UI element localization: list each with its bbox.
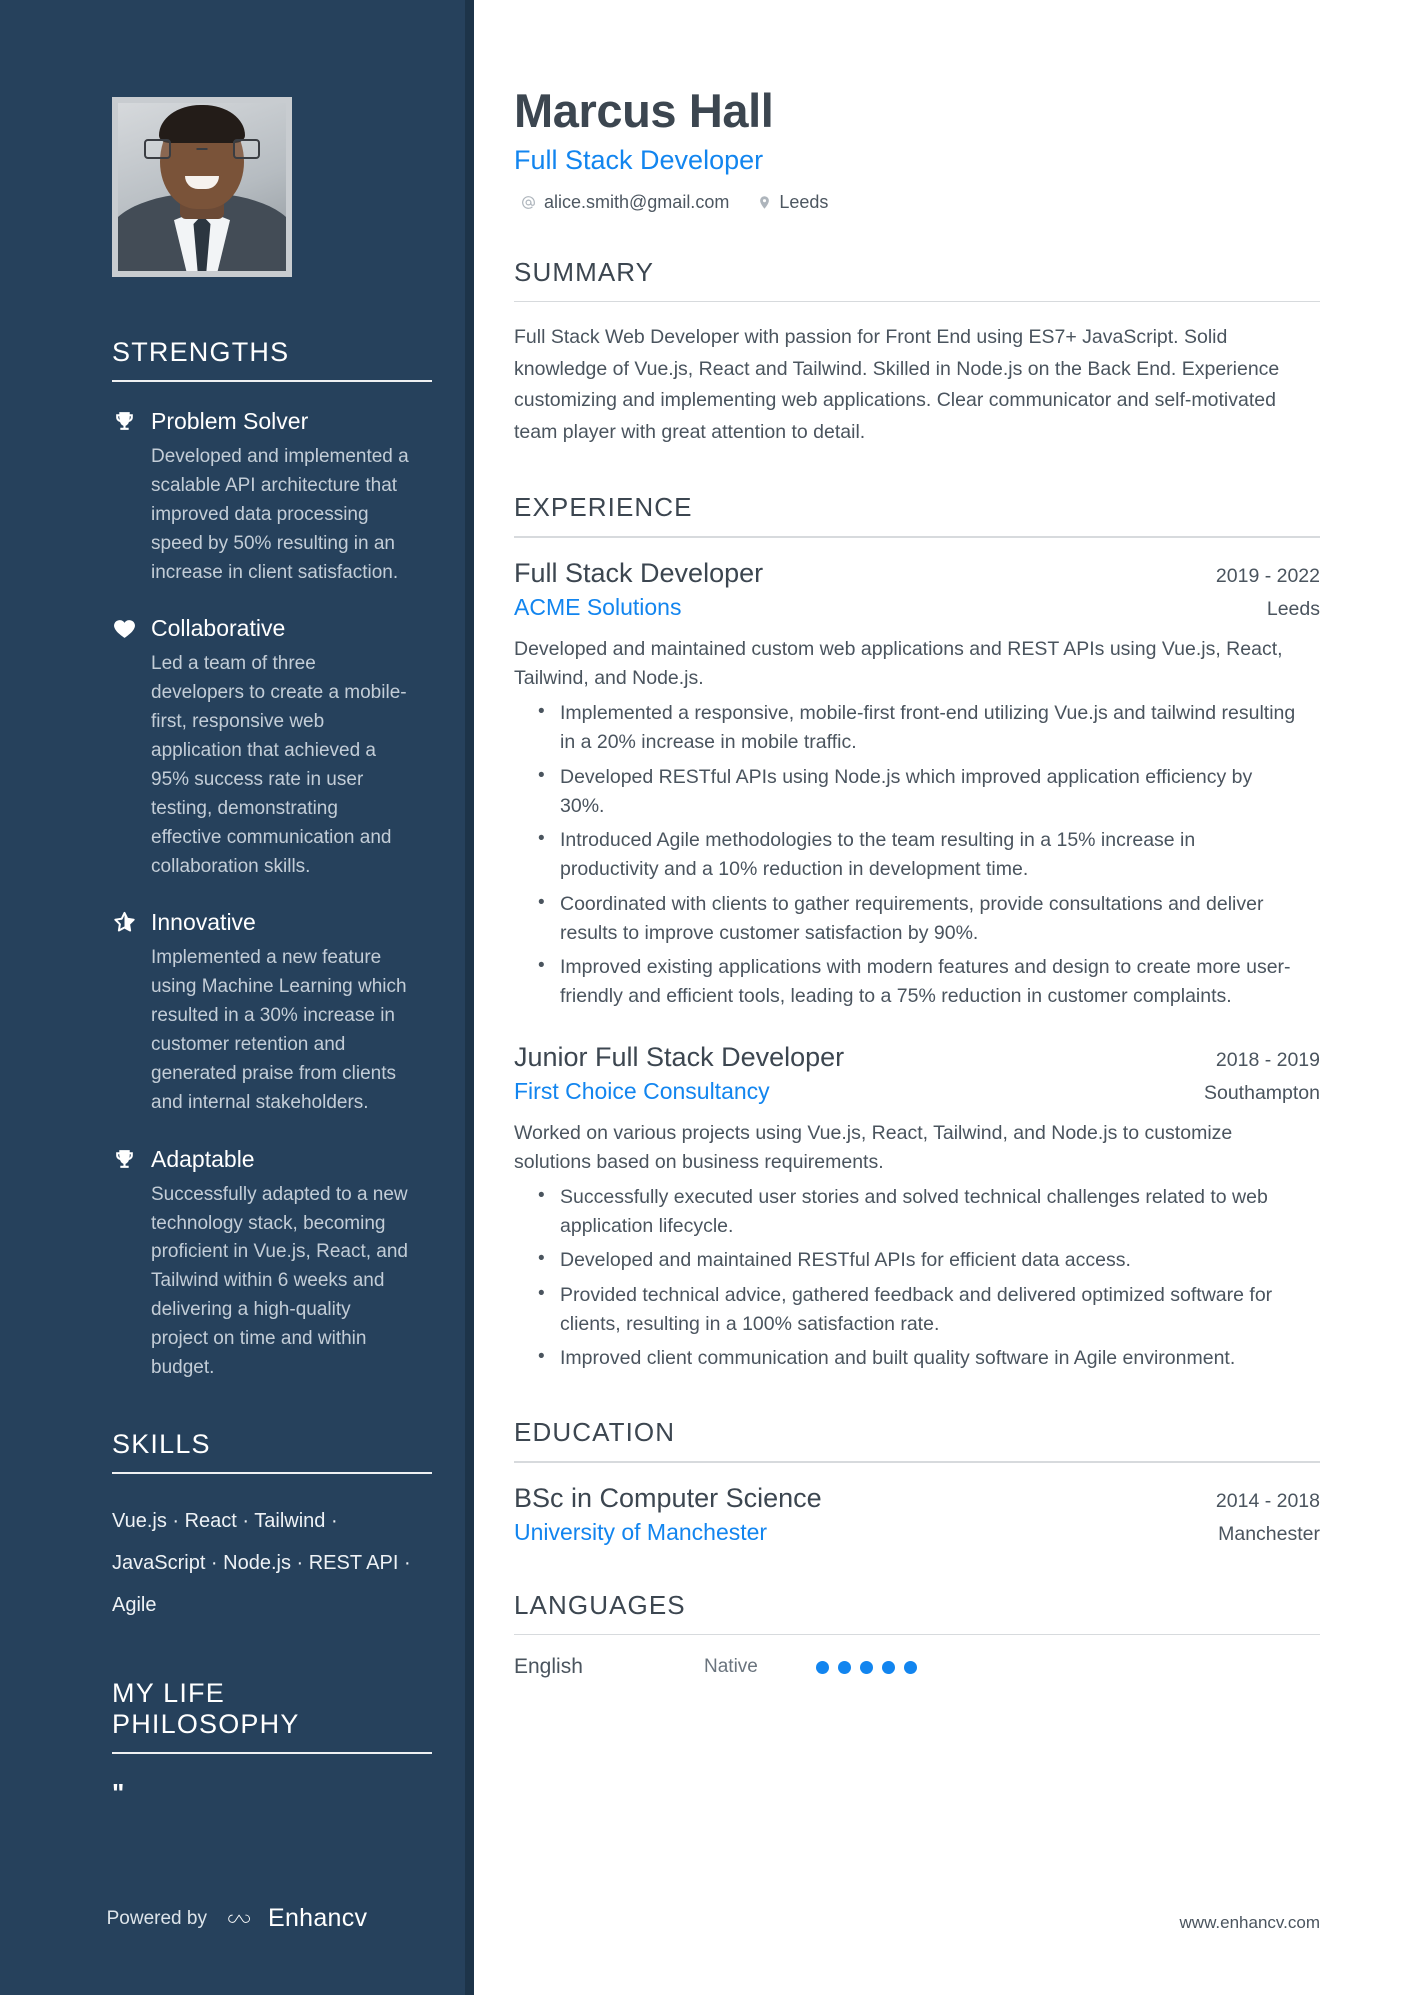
experience-bullets: Successfully executed user stories and s… bbox=[514, 1182, 1320, 1374]
education-divider bbox=[514, 1461, 1320, 1463]
proficiency-dot bbox=[882, 1660, 895, 1674]
powered-by-label: Powered by bbox=[106, 1907, 207, 1929]
strength-item: Problem Solver Developed and implemented… bbox=[112, 408, 412, 587]
map-pin-icon bbox=[757, 194, 772, 211]
list-item: Introduced Agile methodologies to the te… bbox=[538, 825, 1298, 885]
page-title: Marcus Hall bbox=[514, 84, 774, 137]
strength-title: Adaptable bbox=[151, 1145, 255, 1172]
avatar bbox=[112, 97, 292, 277]
resume-page: STRENGTHS Problem Solver Developed and i… bbox=[0, 0, 1410, 1995]
summary-text: Full Stack Web Developer with passion fo… bbox=[514, 326, 1280, 443]
strength-item: Adaptable Successfully adapted to a new … bbox=[112, 1146, 412, 1383]
star-half-icon bbox=[112, 910, 137, 935]
powered-by-name: Enhancv bbox=[267, 1904, 368, 1932]
enhancv-logo-icon bbox=[225, 1906, 250, 1931]
main-content: Marcus Hall Full Stack Developer alice.s… bbox=[474, 0, 1410, 1995]
philosophy-heading: MY LIFE PHILOSOPHY bbox=[112, 1677, 300, 1739]
website-url[interactable]: www.enhancv.com bbox=[1180, 1913, 1320, 1933]
education-location: Manchester bbox=[1218, 1522, 1320, 1545]
strengths-heading: STRENGTHS bbox=[112, 337, 290, 367]
education-date: 2014 - 2018 bbox=[1215, 1489, 1320, 1512]
contact-location-text: Leeds bbox=[779, 191, 829, 212]
experience-entry: Full Stack Developer 2019 - 2022 ACME So… bbox=[514, 558, 1320, 1012]
contact-row: alice.smith@gmail.com Leeds bbox=[514, 192, 1320, 213]
contact-location: Leeds bbox=[757, 192, 828, 213]
list-item: Implemented a responsive, mobile-first f… bbox=[538, 698, 1298, 758]
proficiency-dot bbox=[816, 1660, 829, 1674]
experience-title: Junior Full Stack Developer bbox=[514, 1041, 845, 1072]
avatar-photo bbox=[118, 103, 286, 271]
languages-section: LANGUAGES English Native bbox=[514, 1590, 1320, 1679]
experience-location: Southampton bbox=[1203, 1081, 1320, 1104]
experience-organization[interactable]: First Choice Consultancy bbox=[514, 1078, 770, 1105]
strengths-divider bbox=[112, 380, 432, 382]
experience-heading: EXPERIENCE bbox=[514, 492, 693, 523]
trophy-icon bbox=[112, 409, 137, 434]
list-item: Developed RESTful APIs using Node.js whi… bbox=[538, 762, 1298, 822]
proficiency-dot bbox=[838, 1660, 851, 1674]
list-item: Coordinated with clients to gather requi… bbox=[538, 889, 1298, 949]
contact-email-text: alice.smith@gmail.com bbox=[544, 191, 730, 212]
strength-title: Collaborative bbox=[151, 615, 286, 642]
at-icon bbox=[520, 194, 537, 211]
strength-description: Led a team of three developers to create… bbox=[151, 653, 407, 877]
languages-divider bbox=[514, 1633, 1320, 1636]
sidebar: STRENGTHS Problem Solver Developed and i… bbox=[0, 0, 474, 1995]
experience-title: Full Stack Developer bbox=[514, 557, 764, 588]
summary-divider bbox=[514, 300, 1320, 303]
list-item: Improved existing applications with mode… bbox=[538, 952, 1298, 1012]
contact-email[interactable]: alice.smith@gmail.com bbox=[520, 192, 729, 213]
list-item: Developed and maintained RESTful APIs fo… bbox=[538, 1245, 1298, 1275]
experience-date: 2019 - 2022 bbox=[1215, 564, 1320, 587]
experience-description: Worked on various projects using Vue.js,… bbox=[514, 1121, 1233, 1174]
education-title: BSc in Computer Science bbox=[514, 1482, 822, 1513]
trophy-icon bbox=[112, 1147, 137, 1172]
language-level: Native bbox=[704, 1656, 758, 1678]
strength-item: Innovative Implemented a new feature usi… bbox=[112, 909, 412, 1117]
list-item: Improved client communication and built … bbox=[538, 1343, 1298, 1373]
education-entry: BSc in Computer Science 2014 - 2018 Univ… bbox=[514, 1483, 1320, 1546]
language-name: English bbox=[514, 1655, 583, 1679]
philosophy-divider bbox=[112, 1751, 432, 1754]
skills-heading: SKILLS bbox=[112, 1428, 211, 1459]
education-section: EDUCATION BSc in Computer Science 2014 -… bbox=[514, 1417, 1320, 1545]
language-proficiency-dots bbox=[816, 1660, 917, 1674]
powered-by: Powered by Enhancv bbox=[0, 1904, 474, 1933]
experience-location: Leeds bbox=[1266, 597, 1320, 620]
proficiency-dot bbox=[860, 1660, 873, 1674]
proficiency-dot bbox=[904, 1660, 917, 1674]
experience-divider bbox=[514, 536, 1320, 538]
summary-section: SUMMARY Full Stack Web Developer with pa… bbox=[514, 257, 1320, 449]
skills-list: Vue.js · React · Tailwind · JavaScript ·… bbox=[112, 1509, 411, 1616]
philosophy-quote: " bbox=[112, 1777, 125, 1808]
experience-organization[interactable]: ACME Solutions bbox=[514, 594, 681, 621]
skills-section: SKILLS Vue.js · React · Tailwind · JavaS… bbox=[112, 1428, 432, 1626]
experience-date: 2018 - 2019 bbox=[1215, 1048, 1320, 1071]
languages-heading: LANGUAGES bbox=[514, 1589, 686, 1620]
strength-title: Innovative bbox=[151, 909, 256, 936]
resume-header: Marcus Hall Full Stack Developer alice.s… bbox=[514, 84, 1320, 213]
strength-description: Implemented a new feature using Machine … bbox=[151, 947, 407, 1113]
experience-section: EXPERIENCE Full Stack Developer 2019 - 2… bbox=[514, 492, 1320, 1373]
skills-divider bbox=[112, 1471, 432, 1474]
education-heading: EDUCATION bbox=[514, 1417, 676, 1448]
experience-entry: Junior Full Stack Developer 2018 - 2019 … bbox=[514, 1042, 1320, 1374]
list-item: Provided technical advice, gathered feed… bbox=[538, 1280, 1298, 1340]
strength-description: Developed and implemented a scalable API… bbox=[151, 446, 409, 583]
job-role: Full Stack Developer bbox=[514, 144, 764, 175]
experience-description: Developed and maintained custom web appl… bbox=[514, 637, 1283, 690]
strengths-section: STRENGTHS Problem Solver Developed and i… bbox=[112, 337, 432, 1383]
heart-icon bbox=[112, 616, 137, 641]
philosophy-section: MY LIFE PHILOSOPHY " bbox=[112, 1677, 432, 1808]
strength-item: Collaborative Led a team of three develo… bbox=[112, 615, 412, 881]
strength-description: Successfully adapted to a new technology… bbox=[151, 1183, 408, 1378]
language-row: English Native bbox=[514, 1655, 1320, 1679]
summary-heading: SUMMARY bbox=[514, 256, 655, 287]
list-item: Successfully executed user stories and s… bbox=[538, 1182, 1298, 1242]
experience-bullets: Implemented a responsive, mobile-first f… bbox=[514, 698, 1320, 1012]
strength-title: Problem Solver bbox=[151, 408, 309, 434]
education-organization[interactable]: University of Manchester bbox=[514, 1519, 767, 1546]
